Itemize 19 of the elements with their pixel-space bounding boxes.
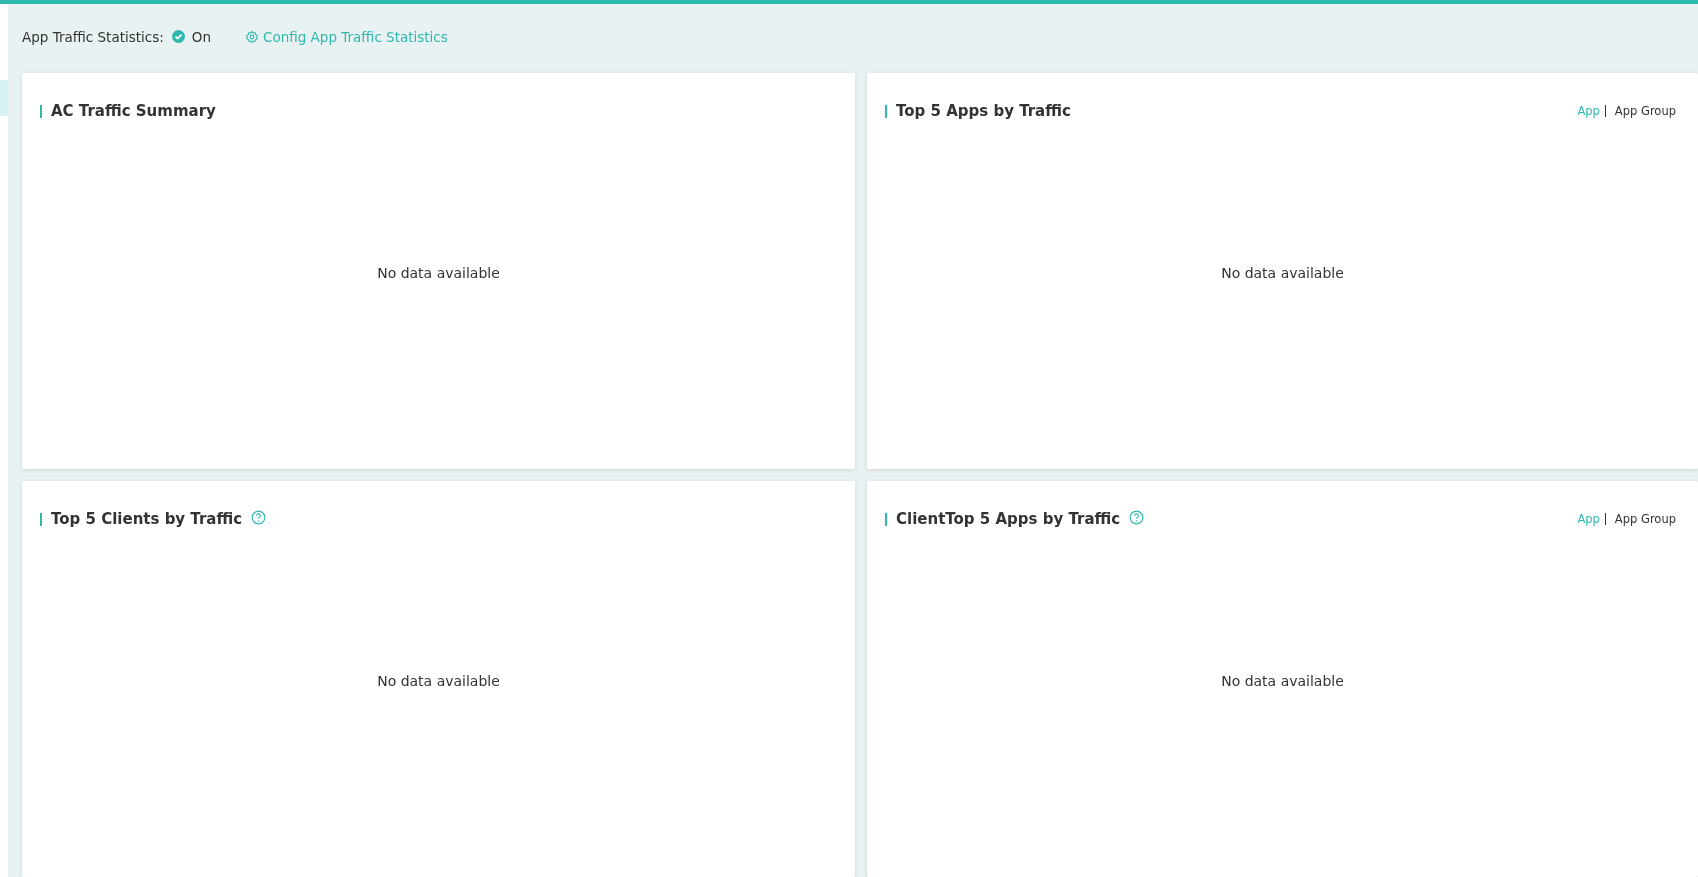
status-label: App Traffic Statistics: (22, 28, 164, 45)
panel-title: Top 5 Clients by Traffic (51, 510, 243, 528)
panel-title: AC Traffic Summary (51, 102, 216, 120)
view-tab[interactable]: App Group (1604, 105, 1676, 117)
empty-message: No data available (377, 673, 500, 689)
empty-message: No data available (377, 265, 500, 281)
view-tab[interactable]: App Group (1604, 513, 1676, 525)
panel-title: Top 5 Apps by Traffic (896, 102, 1071, 120)
help-icon[interactable] (251, 509, 267, 525)
view-tab[interactable]: App (1577, 104, 1600, 118)
empty-message: No data available (1221, 673, 1344, 689)
config-link[interactable]: Config App Traffic Statistics (244, 28, 448, 45)
panel-title: ClientTop 5 Apps by Traffic (896, 510, 1121, 528)
help-icon[interactable] (1129, 509, 1145, 525)
settings-icon (244, 29, 259, 44)
status-value: On (191, 28, 211, 45)
empty-message: No data available (1221, 265, 1344, 281)
nav-highlight (0, 80, 8, 116)
view-tab[interactable]: App (1577, 512, 1600, 526)
